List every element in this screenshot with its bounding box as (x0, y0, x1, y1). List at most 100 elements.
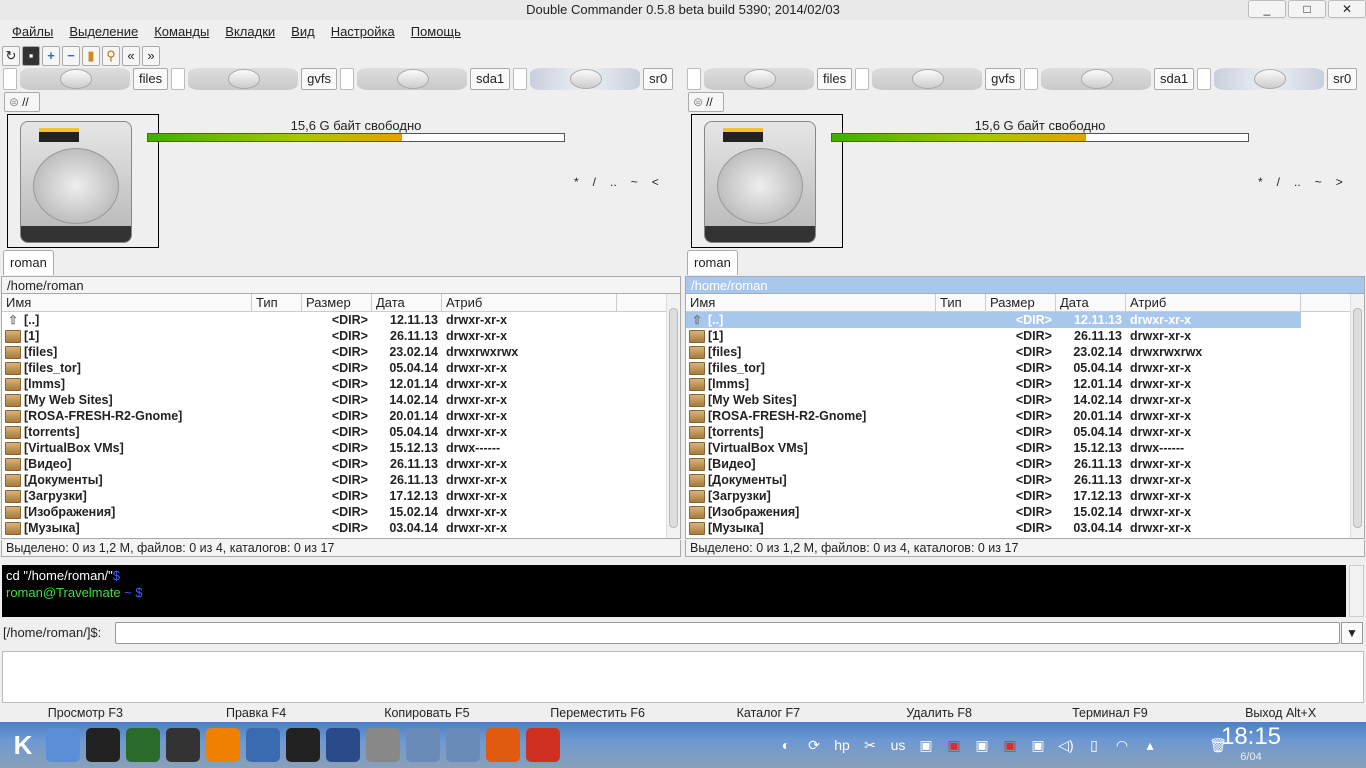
back-icon[interactable]: « (122, 46, 140, 66)
ksysguard-icon[interactable] (246, 728, 280, 762)
search-icon[interactable]: ⚲ (102, 46, 120, 66)
keyboard-layout[interactable]: us (888, 737, 908, 753)
drive-icon[interactable] (356, 68, 467, 90)
mkdir-f7-button[interactable]: Каталог F7 (683, 704, 854, 722)
drive-button-sda1[interactable]: sda1 (1153, 68, 1195, 90)
terminal-icon[interactable]: ▪ (22, 46, 40, 66)
sync-icon[interactable]: ⟳ (804, 737, 824, 754)
drive-slot[interactable] (3, 68, 17, 90)
plus-icon[interactable]: + (42, 46, 60, 66)
scrollbar-thumb[interactable] (1353, 308, 1362, 528)
drive-icon[interactable] (1040, 68, 1151, 90)
column-header-3[interactable]: Дата (372, 294, 442, 311)
menu-tabs[interactable]: Вкладки (217, 20, 283, 44)
file-row[interactable]: [Видео] <DIR> 26.11.13 drwxr-xr-x (2, 456, 680, 472)
file-list[interactable]: Имя Тип Размер Дата Атриб ⇧ [..] <DIR> 12.11.13 d… (685, 293, 1365, 539)
file-row[interactable]: [lmms] <DIR> 12.01.14 drwxr-xr-x (2, 376, 680, 392)
file-row[interactable]: [torrents] <DIR> 05.04.14 drwxr-xr-x (686, 424, 1364, 440)
drive-slot[interactable] (1023, 68, 1038, 90)
drive-slot[interactable] (339, 68, 354, 90)
network-icon[interactable]: ▣ (972, 737, 992, 754)
file-row[interactable]: [1] <DIR> 26.11.13 drwxr-xr-x (686, 328, 1364, 344)
copy-f5-button[interactable]: Копировать F5 (342, 704, 513, 722)
quick-nav-button[interactable]: ~ (631, 175, 638, 189)
path-bar[interactable]: /home/roman (685, 276, 1365, 293)
file-row[interactable]: [Документы] <DIR> 26.11.13 drwxr-xr-x (2, 472, 680, 488)
file-row[interactable]: [files_tor] <DIR> 05.04.14 drwxr-xr-x (2, 360, 680, 376)
menu-view[interactable]: Вид (283, 20, 323, 44)
network-disconnected-icon[interactable]: ▣ (944, 737, 964, 754)
terminal-scrollbar[interactable] (1349, 565, 1364, 617)
file-row[interactable]: [VirtualBox VMs] <DIR> 15.12.13 drwx------ (2, 440, 680, 456)
quick-nav-button[interactable]: / (1277, 175, 1280, 189)
file-row[interactable]: ⇧ [..] <DIR> 12.11.13 drwxr-xr-x (686, 312, 1301, 328)
clock[interactable]: 18:15 6/04 (1218, 724, 1284, 764)
tux-icon[interactable] (86, 728, 120, 762)
column-header-3[interactable]: Дата (1056, 294, 1126, 311)
quick-nav-button[interactable]: * (1258, 175, 1263, 189)
column-header-0[interactable]: Имя (2, 294, 252, 311)
menu-files[interactable]: Файлы (4, 20, 61, 44)
tab-roman[interactable]: roman (687, 250, 738, 275)
file-row[interactable]: [torrents] <DIR> 05.04.14 drwxr-xr-x (2, 424, 680, 440)
column-header-0[interactable]: Имя (686, 294, 936, 311)
column-header-2[interactable]: Размер (986, 294, 1056, 311)
file-row[interactable]: [Видео] <DIR> 26.11.13 drwxr-xr-x (686, 456, 1364, 472)
column-header-1[interactable]: Тип (252, 294, 302, 311)
scrollbar[interactable] (1350, 294, 1364, 538)
file-row[interactable]: [VirtualBox VMs] <DIR> 15.12.13 drwx------ (686, 440, 1364, 456)
file-row[interactable]: [ROSA-FRESH-R2-Gnome] <DIR> 20.01.14 drwxr-… (686, 408, 1364, 424)
maximize-button[interactable]: □ (1288, 0, 1326, 18)
drive-button-files[interactable]: files (817, 68, 853, 90)
edit-f4-button[interactable]: Правка F4 (171, 704, 342, 722)
file-row[interactable]: [Музыка] <DIR> 03.04.14 drwxr-xr-x (2, 520, 680, 536)
drive-button-sr0[interactable]: sr0 (643, 68, 674, 90)
volume-icon[interactable]: ◁) (1056, 737, 1076, 754)
double-commander-icon[interactable]: ◐ (776, 737, 796, 753)
refresh-icon[interactable]: ↻ (2, 46, 20, 66)
battery-icon[interactable]: ▯ (1084, 737, 1104, 754)
file-row[interactable]: [My Web Sites] <DIR> 14.02.14 drwxr-xr-x (2, 392, 680, 408)
quick-nav-button[interactable]: / (593, 175, 596, 189)
drive-button-files[interactable]: files (133, 68, 169, 90)
delete-f8-button[interactable]: Удалить F8 (854, 704, 1025, 722)
network-icon[interactable] (326, 728, 360, 762)
file-row[interactable]: ⇧ [..] <DIR> 12.11.13 drwxr-xr-x (2, 312, 680, 328)
quick-nav-button[interactable]: ~ (1315, 175, 1322, 189)
file-row[interactable]: [Музыка] <DIR> 03.04.14 drwxr-xr-x (686, 520, 1364, 536)
video-editor-icon[interactable] (126, 728, 160, 762)
minus-icon[interactable]: − (62, 46, 80, 66)
file-list[interactable]: Имя Тип Размер Дата Атриб ⇧ [..] <DIR> 12.11.13 d… (1, 293, 681, 539)
vlc-icon[interactable] (206, 728, 240, 762)
close-button[interactable]: ✕ (1328, 0, 1366, 18)
column-header-1[interactable]: Тип (936, 294, 986, 311)
path-bar[interactable]: /home/roman (1, 276, 681, 293)
quick-nav-button[interactable]: .. (1294, 175, 1301, 189)
drive-button-sr0[interactable]: sr0 (1327, 68, 1358, 90)
network-icon[interactable]: ▣ (1028, 737, 1048, 754)
command-line-input[interactable] (115, 622, 1340, 644)
menu-selection[interactable]: Выделение (61, 20, 146, 44)
terminal-icon[interactable] (286, 728, 320, 762)
drive-button-sda1[interactable]: sda1 (469, 68, 511, 90)
minimize-button[interactable]: _ (1248, 0, 1286, 18)
file-row[interactable]: [files] <DIR> 23.02.14 drwxrwxrwx (2, 344, 680, 360)
root-button[interactable]: ⊜// (4, 92, 40, 112)
drive-button-gvfs[interactable]: gvfs (301, 68, 337, 90)
drive-slot[interactable] (855, 68, 870, 90)
clipboard-icon[interactable]: ▮ (82, 46, 100, 66)
drive-slot[interactable] (1197, 68, 1212, 90)
network-disconnected-icon[interactable]: ▣ (1000, 737, 1020, 754)
double-commander-icon[interactable] (526, 728, 560, 762)
quick-nav-button[interactable]: > (1336, 175, 1343, 189)
scrollbar[interactable] (666, 294, 680, 538)
exit-button[interactable]: Выход Alt+X (1195, 704, 1366, 722)
drive-icon[interactable] (20, 68, 130, 90)
scrollbar-thumb[interactable] (669, 308, 678, 528)
move-f6-button[interactable]: Переместить F6 (512, 704, 683, 722)
quick-nav-button[interactable]: * (574, 175, 579, 189)
menu-settings[interactable]: Настройка (323, 20, 403, 44)
drive-slot[interactable] (171, 68, 186, 90)
file-row[interactable]: [lmms] <DIR> 12.01.14 drwxr-xr-x (686, 376, 1364, 392)
column-header-2[interactable]: Размер (302, 294, 372, 311)
